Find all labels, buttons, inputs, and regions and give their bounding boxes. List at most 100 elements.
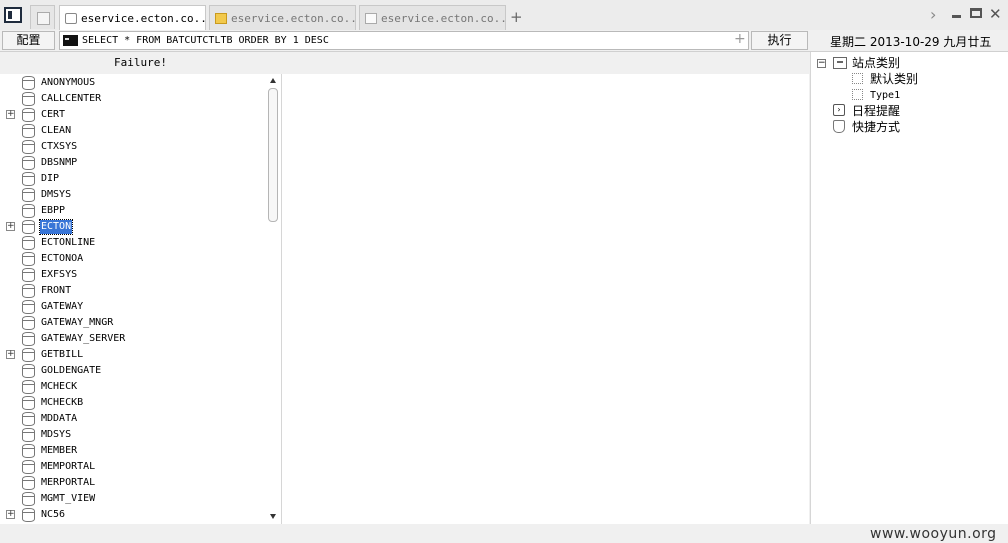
schema-item[interactable]: CTXSYS	[0, 139, 266, 155]
database-icon	[22, 348, 35, 362]
schema-item[interactable]: GATEWAY_SERVER	[0, 331, 266, 347]
schema-item[interactable]: FRONT	[0, 283, 266, 299]
schema-label: MDSYS	[41, 429, 72, 440]
minimize-icon[interactable]	[952, 15, 961, 18]
database-icon	[22, 188, 35, 202]
schema-item[interactable]: GATEWAY_MNGR	[0, 315, 266, 331]
database-icon	[22, 492, 35, 506]
schema-label: ECTONOA	[41, 253, 84, 264]
tab-2-label: eservice.ecton.co...	[231, 11, 356, 25]
schema-item[interactable]: MEMPORTAL	[0, 459, 266, 475]
new-tab-plus-icon[interactable]: +	[510, 8, 523, 26]
bottom-bar	[0, 524, 1008, 543]
schema-item[interactable]: MGMT_VIEW	[0, 491, 266, 507]
tab-2[interactable]: eservice.ecton.co...	[209, 5, 356, 30]
home-tab[interactable]	[30, 5, 55, 29]
scroll-up-icon[interactable]	[270, 78, 276, 83]
database-icon	[22, 124, 35, 138]
database-icon	[22, 460, 35, 474]
schema-label: DIP	[41, 173, 60, 184]
default-category-label[interactable]: 默认类别	[870, 72, 918, 86]
schema-item[interactable]: MERPORTAL	[0, 475, 266, 491]
category-label[interactable]: 站点类别	[852, 56, 900, 70]
sql-input[interactable]	[82, 32, 722, 49]
schema-label: EXFSYS	[41, 269, 78, 280]
database-icon	[22, 268, 35, 282]
schema-label: MEMPORTAL	[41, 461, 96, 472]
expand-plus-icon[interactable]: +	[734, 31, 746, 47]
schema-item[interactable]: MCHECK	[0, 379, 266, 395]
config-button[interactable]: 配置	[2, 31, 55, 50]
schema-item[interactable]: CLEAN	[0, 123, 266, 139]
database-icon	[22, 252, 35, 266]
default-category-icon	[852, 73, 863, 84]
close-icon[interactable]: ✕	[989, 5, 1002, 23]
schema-item[interactable]: + GETBILL	[0, 347, 266, 363]
schema-label: CALLCENTER	[41, 93, 102, 104]
page-icon	[65, 13, 77, 24]
status-text: Failure!	[114, 56, 167, 69]
schedule-label[interactable]: 日程提醒	[852, 104, 900, 118]
schema-item[interactable]: MCHECKB	[0, 395, 266, 411]
schema-label: ECTONLINE	[41, 237, 96, 248]
schema-label: CTXSYS	[41, 141, 78, 152]
schema-item[interactable]: DMSYS	[0, 187, 266, 203]
schema-label: DBSNMP	[41, 157, 78, 168]
database-icon	[22, 220, 35, 234]
chevron-right-icon[interactable]: ›	[930, 5, 936, 24]
tab-bar: eservice.ecton.co... eservice.ecton.co..…	[0, 0, 1008, 31]
collapse-icon[interactable]: −	[817, 59, 826, 68]
expand-plus-icon[interactable]: +	[6, 222, 15, 231]
schema-item[interactable]: ANONYMOUS	[0, 75, 266, 91]
schema-label: DMSYS	[41, 189, 72, 200]
schema-item[interactable]: EBPP	[0, 203, 266, 219]
schema-label: CERT	[41, 109, 66, 120]
schema-label: ECTON	[38, 219, 74, 235]
tab-3[interactable]: eservice.ecton.co...	[359, 5, 506, 30]
schema-item[interactable]: CALLCENTER	[0, 91, 266, 107]
database-icon	[22, 300, 35, 314]
schema-item[interactable]: GOLDENGATE	[0, 363, 266, 379]
schema-item[interactable]: + NC56	[0, 507, 266, 523]
maximize-icon[interactable]	[970, 8, 982, 18]
scroll-down-icon[interactable]	[270, 514, 276, 519]
schema-label: MCHECK	[41, 381, 78, 392]
expand-plus-icon[interactable]: +	[6, 510, 15, 519]
schema-label: NC56	[41, 509, 66, 520]
schema-item[interactable]: MEMBER	[0, 443, 266, 459]
scroll-thumb[interactable]	[268, 88, 278, 222]
shortcut-label[interactable]: 快捷方式	[852, 120, 900, 134]
database-icon	[22, 380, 35, 394]
schema-item[interactable]: + CERT	[0, 107, 266, 123]
expand-plus-icon[interactable]: +	[6, 350, 15, 359]
schema-item[interactable]: MDDATA	[0, 411, 266, 427]
sidebar-toggle-icon[interactable]	[4, 7, 22, 23]
database-icon	[22, 236, 35, 250]
database-icon	[22, 428, 35, 442]
schema-item[interactable]: + ECTON	[0, 219, 266, 235]
tab-1-label: eservice.ecton.co...	[81, 12, 206, 25]
schema-item[interactable]: DIP	[0, 171, 266, 187]
vertical-scrollbar[interactable]	[266, 74, 281, 524]
type1-label[interactable]: Type1	[870, 89, 900, 103]
schema-item[interactable]: ECTONOA	[0, 251, 266, 267]
database-icon	[22, 108, 35, 122]
schema-item[interactable]: ECTONLINE	[0, 235, 266, 251]
schema-item[interactable]: MDSYS	[0, 427, 266, 443]
toolbar: 配置 + 执行 星期二 2013-10-29 九月廿五	[0, 30, 1008, 52]
schema-label: MGMT_VIEW	[41, 493, 96, 504]
schema-label: MDDATA	[41, 413, 78, 424]
schema-item[interactable]: EXFSYS	[0, 267, 266, 283]
schema-item[interactable]: DBSNMP	[0, 155, 266, 171]
schema-item[interactable]: GATEWAY	[0, 299, 266, 315]
schema-label: GATEWAY_MNGR	[41, 317, 114, 328]
schema-label: MCHECKB	[41, 397, 84, 408]
tab-1[interactable]: eservice.ecton.co...	[59, 5, 206, 31]
execute-button[interactable]: 执行	[751, 31, 808, 50]
expand-plus-icon[interactable]: +	[6, 110, 15, 119]
schema-label: CLEAN	[41, 125, 72, 136]
home-icon	[37, 12, 50, 25]
type1-icon	[852, 89, 863, 100]
calendar-icon: ›	[833, 104, 845, 116]
database-icon	[22, 364, 35, 378]
